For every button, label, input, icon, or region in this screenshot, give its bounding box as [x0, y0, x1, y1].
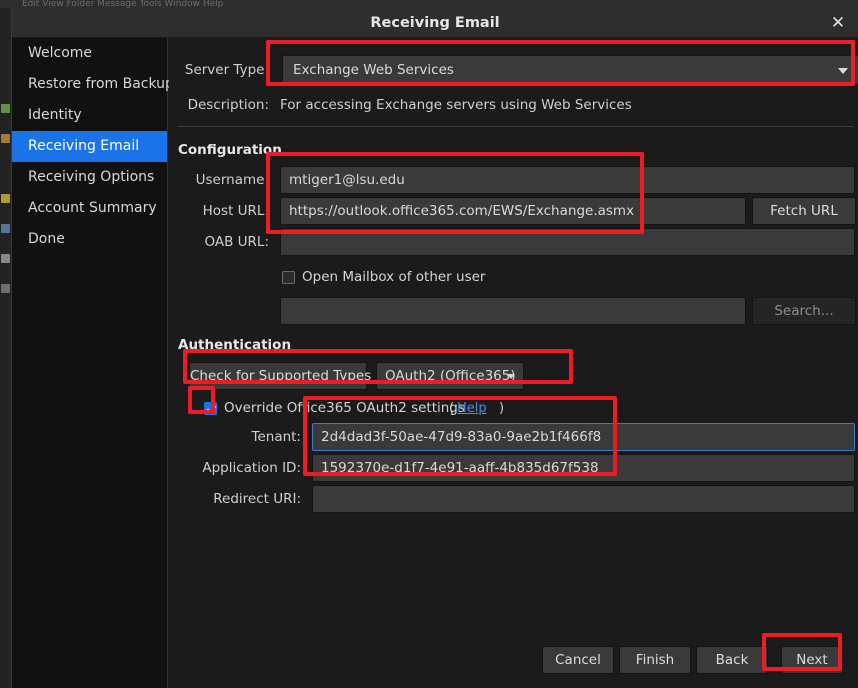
background-icon-1	[1, 104, 10, 113]
redirect-uri-label: Redirect URI:	[213, 491, 301, 507]
dialog-content: Server Type: Exchange Web Services Descr…	[169, 38, 858, 688]
configuration-section-label: Configuration	[178, 142, 282, 158]
help-link[interactable]: Help	[457, 401, 487, 416]
sidebar-item-welcome[interactable]: Welcome	[12, 38, 167, 69]
chevron-down-icon	[838, 68, 848, 74]
cancel-button[interactable]: Cancel	[542, 646, 614, 674]
background-icon-5	[1, 254, 10, 263]
username-input[interactable]: mtiger1@lsu.edu	[280, 166, 855, 194]
oab-url-input[interactable]	[280, 228, 855, 256]
override-oauth2-label: Override Office365 OAuth2 settings	[224, 400, 465, 416]
check-supported-types-button[interactable]: Check for Supported Types	[189, 362, 371, 390]
sidebar-item-identity[interactable]: Identity	[12, 100, 167, 131]
redirect-uri-input[interactable]	[312, 485, 855, 513]
background-icon-6	[1, 284, 10, 293]
open-mailbox-checkbox[interactable]	[282, 271, 295, 284]
background-window-sidebar-strip	[0, 8, 11, 688]
application-id-input[interactable]: 1592370e-d1f7-4e91-aaff-4b835d67f538	[312, 454, 855, 482]
sidebar-item-receiving-email[interactable]: Receiving Email	[12, 131, 167, 162]
fetch-url-button[interactable]: Fetch URL	[752, 197, 856, 225]
host-url-input[interactable]: https://outlook.office365.com/EWS/Exchan…	[280, 197, 746, 225]
auth-method-combobox[interactable]: OAuth2 (Office365)	[376, 362, 524, 390]
mailbox-search-button[interactable]: Search...	[752, 297, 856, 325]
sidebar-item-receiving-options[interactable]: Receiving Options	[12, 162, 167, 193]
sidebar-item-restore-from-backup[interactable]: Restore from Backup	[12, 69, 174, 100]
background-menubar-text: Edit View Folder Message Tools Window He…	[22, 0, 224, 8]
open-mailbox-label: Open Mailbox of other user	[302, 269, 486, 285]
description-label: Description:	[187, 97, 269, 113]
wizard-step-sidebar: Welcome Restore from Backup Identity Rec…	[12, 38, 174, 688]
next-button[interactable]: Next	[781, 646, 843, 674]
screen: Edit View Folder Message Tools Window He…	[0, 0, 858, 688]
mailbox-search-input[interactable]	[280, 297, 746, 325]
authentication-section-label: Authentication	[178, 337, 292, 353]
application-id-label: Application ID:	[202, 460, 301, 476]
back-button[interactable]: Back	[696, 646, 768, 674]
sidebar-item-done[interactable]: Done	[12, 224, 167, 255]
description-value: For accessing Exchange servers using Web…	[280, 97, 632, 113]
dialog-title: Receiving Email	[370, 15, 500, 31]
finish-button[interactable]: Finish	[619, 646, 691, 674]
username-label: Username:	[195, 172, 269, 188]
override-oauth2-checkbox[interactable]	[204, 402, 217, 415]
background-icon-3	[1, 194, 10, 203]
chevron-down-icon	[507, 374, 515, 379]
server-type-value: Exchange Web Services	[293, 62, 454, 78]
tenant-input[interactable]: 2d4dad3f-50ae-47d9-83a0-9ae2b1f466f8	[312, 423, 855, 451]
host-url-label: Host URL:	[202, 203, 269, 219]
background-icon-2	[1, 134, 10, 143]
divider-top	[178, 126, 853, 127]
receiving-email-dialog: Receiving Email ✕ Welcome Restore from B…	[11, 8, 858, 688]
help-open-paren: (	[449, 401, 455, 416]
server-type-combobox[interactable]: Exchange Web Services	[282, 55, 858, 85]
dialog-titlebar: Receiving Email ✕	[12, 8, 858, 38]
auth-method-value: OAuth2 (Office365)	[385, 368, 516, 384]
oab-url-label: OAB URL:	[204, 234, 269, 250]
sidebar-item-account-summary[interactable]: Account Summary	[12, 193, 167, 224]
help-close-paren: )	[499, 401, 505, 416]
background-icon-4	[1, 224, 10, 233]
background-window-menubar: Edit View Folder Message Tools Window He…	[0, 0, 858, 8]
server-type-label: Server Type:	[184, 62, 269, 78]
tenant-label: Tenant:	[251, 429, 302, 445]
close-icon[interactable]: ✕	[826, 12, 850, 34]
